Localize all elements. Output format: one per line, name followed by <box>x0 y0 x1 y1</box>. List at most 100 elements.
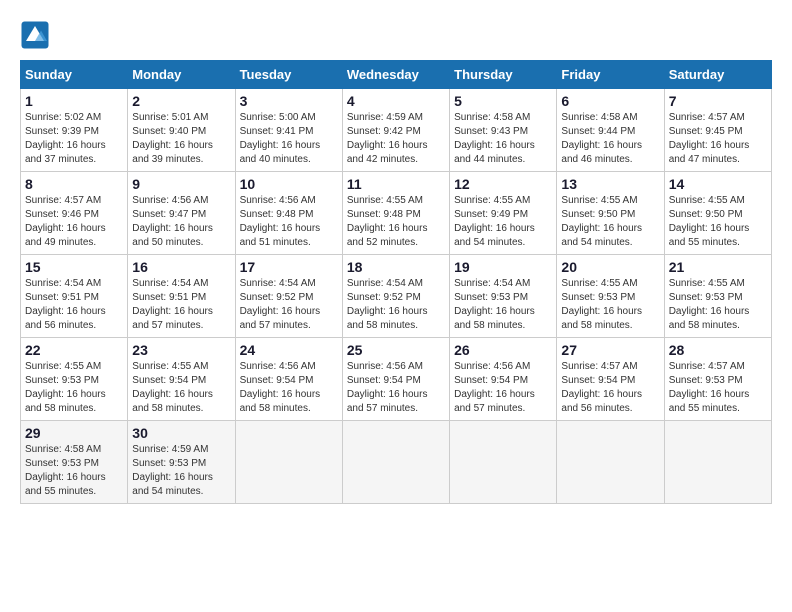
day-number: 29 <box>25 425 123 441</box>
calendar-week-row: 22Sunrise: 4:55 AM Sunset: 9:53 PM Dayli… <box>21 338 772 421</box>
calendar-day-cell: 7 Sunrise: 4:57 AM Sunset: 9:45 PM Daylig… <box>664 89 771 172</box>
calendar-day-cell: 9 Sunrise: 4:56 AM Sunset: 9:47 PM Daylig… <box>128 172 235 255</box>
calendar-day-cell: 19 Sunrise: 4:54 AM Sunset: 9:53 PM Dayli… <box>450 255 557 338</box>
day-number: 15 <box>25 259 123 275</box>
day-number: 9 <box>132 176 230 192</box>
day-number: 6 <box>561 93 659 109</box>
calendar-day-cell: 26Sunrise: 4:56 AM Sunset: 9:54 PM Dayli… <box>450 338 557 421</box>
day-number: 18 <box>347 259 445 275</box>
calendar-day-cell: 14Sunrise: 4:55 AM Sunset: 9:50 PM Dayli… <box>664 172 771 255</box>
day-of-week-header: Sunday <box>21 61 128 89</box>
day-number: 23 <box>132 342 230 358</box>
day-number: 19 <box>454 259 552 275</box>
day-number: 16 <box>132 259 230 275</box>
day-number: 10 <box>240 176 338 192</box>
day-number: 3 <box>240 93 338 109</box>
day-info: Sunrise: 4:56 AM Sunset: 9:54 PM Dayligh… <box>240 360 338 416</box>
day-info: Sunrise: 4:54 AM Sunset: 9:51 PM Dayligh… <box>132 277 230 333</box>
day-info: Sunrise: 4:55 AM Sunset: 9:50 PM Dayligh… <box>669 194 767 250</box>
day-info: Sunrise: 4:56 AM Sunset: 9:47 PM Dayligh… <box>132 194 230 250</box>
logo-icon <box>20 20 50 50</box>
day-of-week-header: Wednesday <box>342 61 449 89</box>
calendar-day-cell: 29 Sunrise: 4:58 AM Sunset: 9:53 PM Dayli… <box>21 421 128 504</box>
calendar-day-cell: 20 Sunrise: 4:55 AM Sunset: 9:53 PM Dayli… <box>557 255 664 338</box>
day-info: Sunrise: 5:02 AM Sunset: 9:39 PM Dayligh… <box>25 111 123 167</box>
day-number: 11 <box>347 176 445 192</box>
day-number: 28 <box>669 342 767 358</box>
calendar-day-cell: 5 Sunrise: 4:58 AM Sunset: 9:43 PM Daylig… <box>450 89 557 172</box>
day-info: Sunrise: 4:55 AM Sunset: 9:53 PM Dayligh… <box>669 277 767 333</box>
day-number: 5 <box>454 93 552 109</box>
calendar-day-cell: 17 Sunrise: 4:54 AM Sunset: 9:52 PM Dayli… <box>235 255 342 338</box>
calendar-day-cell: 21 Sunrise: 4:55 AM Sunset: 9:53 PM Dayli… <box>664 255 771 338</box>
calendar-day-cell: 4 Sunrise: 4:59 AM Sunset: 9:42 PM Daylig… <box>342 89 449 172</box>
calendar-day-cell: 24Sunrise: 4:56 AM Sunset: 9:54 PM Dayli… <box>235 338 342 421</box>
day-info: Sunrise: 4:59 AM Sunset: 9:53 PM Dayligh… <box>132 443 230 499</box>
calendar-day-cell: 18 Sunrise: 4:54 AM Sunset: 9:52 PM Dayli… <box>342 255 449 338</box>
day-info: Sunrise: 4:58 AM Sunset: 9:43 PM Dayligh… <box>454 111 552 167</box>
calendar-day-cell <box>664 421 771 504</box>
day-number: 7 <box>669 93 767 109</box>
day-info: Sunrise: 4:54 AM Sunset: 9:51 PM Dayligh… <box>25 277 123 333</box>
day-info: Sunrise: 4:56 AM Sunset: 9:48 PM Dayligh… <box>240 194 338 250</box>
day-number: 25 <box>347 342 445 358</box>
calendar-day-cell: 1 Sunrise: 5:02 AM Sunset: 9:39 PM Daylig… <box>21 89 128 172</box>
calendar-day-cell <box>450 421 557 504</box>
day-info: Sunrise: 4:55 AM Sunset: 9:53 PM Dayligh… <box>561 277 659 333</box>
day-info: Sunrise: 4:55 AM Sunset: 9:48 PM Dayligh… <box>347 194 445 250</box>
header <box>20 20 772 50</box>
calendar-day-cell <box>235 421 342 504</box>
day-info: Sunrise: 4:59 AM Sunset: 9:42 PM Dayligh… <box>347 111 445 167</box>
day-info: Sunrise: 4:55 AM Sunset: 9:54 PM Dayligh… <box>132 360 230 416</box>
calendar-day-cell: 22Sunrise: 4:55 AM Sunset: 9:53 PM Dayli… <box>21 338 128 421</box>
calendar-table: SundayMondayTuesdayWednesdayThursdayFrid… <box>20 60 772 504</box>
day-of-week-header: Saturday <box>664 61 771 89</box>
day-of-week-header: Thursday <box>450 61 557 89</box>
day-number: 2 <box>132 93 230 109</box>
calendar-day-cell: 28Sunrise: 4:57 AM Sunset: 9:53 PM Dayli… <box>664 338 771 421</box>
day-number: 13 <box>561 176 659 192</box>
calendar-day-cell: 11 Sunrise: 4:55 AM Sunset: 9:48 PM Dayli… <box>342 172 449 255</box>
calendar-day-cell: 12 Sunrise: 4:55 AM Sunset: 9:49 PM Dayli… <box>450 172 557 255</box>
calendar-day-cell: 16 Sunrise: 4:54 AM Sunset: 9:51 PM Dayli… <box>128 255 235 338</box>
day-info: Sunrise: 4:57 AM Sunset: 9:46 PM Dayligh… <box>25 194 123 250</box>
day-of-week-header: Tuesday <box>235 61 342 89</box>
calendar-day-cell: 27 Sunrise: 4:57 AM Sunset: 9:54 PM Dayli… <box>557 338 664 421</box>
day-number: 21 <box>669 259 767 275</box>
day-number: 22 <box>25 342 123 358</box>
day-info: Sunrise: 5:00 AM Sunset: 9:41 PM Dayligh… <box>240 111 338 167</box>
calendar-day-cell: 15 Sunrise: 4:54 AM Sunset: 9:51 PM Dayli… <box>21 255 128 338</box>
calendar-week-row: 1 Sunrise: 5:02 AM Sunset: 9:39 PM Daylig… <box>21 89 772 172</box>
day-info: Sunrise: 4:55 AM Sunset: 9:49 PM Dayligh… <box>454 194 552 250</box>
day-info: Sunrise: 4:56 AM Sunset: 9:54 PM Dayligh… <box>347 360 445 416</box>
day-info: Sunrise: 4:58 AM Sunset: 9:53 PM Dayligh… <box>25 443 123 499</box>
day-number: 20 <box>561 259 659 275</box>
day-info: Sunrise: 4:54 AM Sunset: 9:52 PM Dayligh… <box>240 277 338 333</box>
day-info: Sunrise: 4:58 AM Sunset: 9:44 PM Dayligh… <box>561 111 659 167</box>
calendar-day-cell: 23 Sunrise: 4:55 AM Sunset: 9:54 PM Dayli… <box>128 338 235 421</box>
day-number: 17 <box>240 259 338 275</box>
calendar-day-cell <box>342 421 449 504</box>
day-info: Sunrise: 4:54 AM Sunset: 9:53 PM Dayligh… <box>454 277 552 333</box>
calendar-day-cell: 3 Sunrise: 5:00 AM Sunset: 9:41 PM Daylig… <box>235 89 342 172</box>
day-number: 4 <box>347 93 445 109</box>
calendar-day-cell: 2 Sunrise: 5:01 AM Sunset: 9:40 PM Daylig… <box>128 89 235 172</box>
day-info: Sunrise: 4:56 AM Sunset: 9:54 PM Dayligh… <box>454 360 552 416</box>
day-number: 12 <box>454 176 552 192</box>
calendar-day-cell <box>557 421 664 504</box>
logo <box>20 20 54 50</box>
day-info: Sunrise: 4:57 AM Sunset: 9:45 PM Dayligh… <box>669 111 767 167</box>
day-info: Sunrise: 4:54 AM Sunset: 9:52 PM Dayligh… <box>347 277 445 333</box>
calendar-day-cell: 8 Sunrise: 4:57 AM Sunset: 9:46 PM Daylig… <box>21 172 128 255</box>
calendar-week-row: 15 Sunrise: 4:54 AM Sunset: 9:51 PM Dayli… <box>21 255 772 338</box>
calendar-day-cell: 10 Sunrise: 4:56 AM Sunset: 9:48 PM Dayli… <box>235 172 342 255</box>
calendar-day-cell: 6 Sunrise: 4:58 AM Sunset: 9:44 PM Daylig… <box>557 89 664 172</box>
day-of-week-header: Friday <box>557 61 664 89</box>
day-number: 27 <box>561 342 659 358</box>
day-info: Sunrise: 4:57 AM Sunset: 9:54 PM Dayligh… <box>561 360 659 416</box>
day-number: 8 <box>25 176 123 192</box>
day-info: Sunrise: 5:01 AM Sunset: 9:40 PM Dayligh… <box>132 111 230 167</box>
calendar-week-row: 8 Sunrise: 4:57 AM Sunset: 9:46 PM Daylig… <box>21 172 772 255</box>
day-number: 1 <box>25 93 123 109</box>
day-of-week-header: Monday <box>128 61 235 89</box>
